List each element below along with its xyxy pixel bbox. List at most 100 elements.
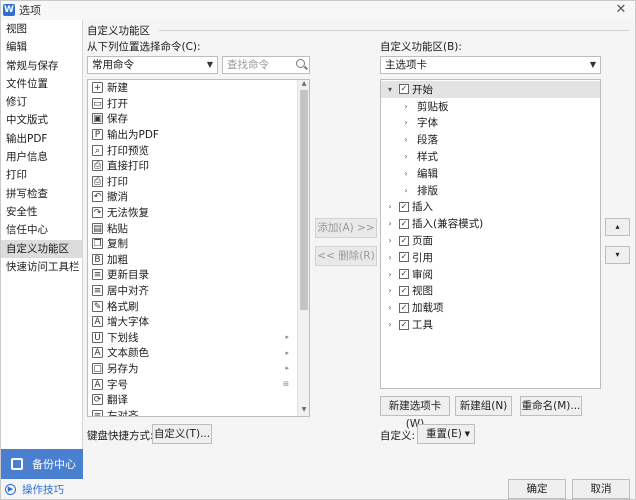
- expand-icon[interactable]: ›: [401, 135, 411, 144]
- tab-checkbox[interactable]: ✓: [399, 302, 409, 313]
- collapse-icon[interactable]: ▾: [385, 85, 395, 94]
- commands-scrollbar[interactable]: ▲ ▼: [297, 80, 309, 416]
- new-group-button[interactable]: 新建组(N): [455, 396, 512, 416]
- commands-list[interactable]: + 新建 ▭ 打开 ▣ 保存 P 输出为PDF ⌕ 打印预览 ⎙ 直接打印 ⎙ 打印 ↶ 撤消 ↷ 无法恢复 ▤ 粘贴…: [87, 79, 310, 417]
- command-item[interactable]: ✎ 格式刷: [88, 298, 309, 314]
- command-item[interactable]: ▣ 保存: [88, 111, 309, 127]
- expand-icon[interactable]: ›: [401, 152, 411, 161]
- move-down-button[interactable]: ▾: [605, 246, 630, 264]
- commands-source-select[interactable]: 常用命令 ▼: [87, 56, 218, 74]
- ribbon-tab-node[interactable]: › ✓ 加载项: [381, 299, 600, 316]
- expand-icon[interactable]: ›: [385, 253, 395, 262]
- command-item[interactable]: A 增大字体: [88, 314, 309, 330]
- scroll-up-icon[interactable]: ▲: [298, 80, 309, 90]
- tips-link[interactable]: ▶ 操作技巧: [1, 479, 83, 499]
- tab-checkbox[interactable]: ✓: [399, 218, 409, 229]
- command-item[interactable]: ▭ 打开: [88, 96, 309, 112]
- scroll-down-icon[interactable]: ▼: [298, 406, 309, 416]
- ribbon-tabs-select[interactable]: 主选项卡 ▼: [380, 56, 601, 74]
- sidebar-item[interactable]: 视图: [1, 20, 82, 38]
- tree-node-label: 开始: [412, 83, 433, 96]
- ok-button[interactable]: 确定: [508, 479, 566, 499]
- sidebar-item[interactable]: 输出PDF: [1, 130, 82, 148]
- move-up-button[interactable]: ▴: [605, 218, 630, 236]
- tab-checkbox[interactable]: ✓: [399, 84, 409, 95]
- sidebar-item[interactable]: 中文版式: [1, 111, 82, 129]
- expand-icon[interactable]: ›: [385, 236, 395, 245]
- ribbon-tab-node[interactable]: › ✓ 插入(兼容模式): [381, 215, 600, 232]
- ribbon-group-node[interactable]: › 样式: [381, 148, 600, 165]
- sidebar-item[interactable]: 用户信息: [1, 148, 82, 166]
- tab-checkbox[interactable]: ✓: [399, 319, 409, 330]
- ribbon-group-node[interactable]: › 排版: [381, 182, 600, 199]
- ribbon-group-node[interactable]: › 段落: [381, 131, 600, 148]
- tab-checkbox[interactable]: ✓: [399, 235, 409, 246]
- command-item[interactable]: ⌕ 打印预览: [88, 142, 309, 158]
- customize-shortcut-button[interactable]: 自定义(T)...: [152, 424, 212, 444]
- command-item[interactable]: ≡ 左对齐: [88, 407, 309, 416]
- expand-icon[interactable]: ›: [401, 169, 411, 178]
- ribbon-group-node[interactable]: › 编辑: [381, 165, 600, 182]
- command-item[interactable]: ≡ 居中对齐: [88, 283, 309, 299]
- expand-icon[interactable]: ›: [401, 118, 411, 127]
- command-item[interactable]: ↶ 撤消: [88, 189, 309, 205]
- expand-icon[interactable]: ›: [385, 219, 395, 228]
- expand-icon[interactable]: ›: [385, 320, 395, 329]
- sidebar-item[interactable]: 修订: [1, 93, 82, 111]
- sidebar-item[interactable]: 常规与保存: [1, 57, 82, 75]
- tab-checkbox[interactable]: ✓: [399, 201, 409, 212]
- command-item[interactable]: P 输出为PDF: [88, 127, 309, 143]
- reset-button[interactable]: 重置(E) ▼: [417, 424, 475, 444]
- ribbon-tab-node[interactable]: ▾ ✓ 开始: [381, 81, 600, 98]
- ribbon-tree[interactable]: ▾ ✓ 开始 › 剪贴板 › 字体 › 段落 › 样式 › 编辑 › 排版 › ✓ 插入 › ✓ 插入(兼容模式) › ✓ 页…: [380, 79, 601, 389]
- command-item[interactable]: ⟳ 翻译: [88, 392, 309, 408]
- expand-icon[interactable]: ›: [401, 102, 411, 111]
- sidebar-item[interactable]: 编辑: [1, 38, 82, 56]
- sidebar-item[interactable]: 自定义功能区: [1, 239, 82, 258]
- ribbon-tab-node[interactable]: › ✓ 视图: [381, 283, 600, 300]
- close-button[interactable]: ✕: [613, 2, 629, 18]
- ribbon-tab-node[interactable]: › ✓ 插入: [381, 199, 600, 216]
- add-button[interactable]: 添加(A) >>: [315, 218, 377, 238]
- ribbon-tab-node[interactable]: › ✓ 页面: [381, 232, 600, 249]
- ribbon-group-node[interactable]: › 字体: [381, 115, 600, 132]
- sidebar-item[interactable]: 拼写检查: [1, 185, 82, 203]
- remove-button[interactable]: << 删除(R): [315, 246, 377, 266]
- ribbon-group-node[interactable]: › 剪贴板: [381, 98, 600, 115]
- command-item[interactable]: A 文本颜色 ▸: [88, 345, 309, 361]
- expand-icon[interactable]: ›: [401, 186, 411, 195]
- scroll-thumb[interactable]: [300, 90, 308, 310]
- sidebar-item[interactable]: 信任中心: [1, 221, 82, 239]
- command-item[interactable]: ⎙ 直接打印: [88, 158, 309, 174]
- tab-checkbox[interactable]: ✓: [399, 285, 409, 296]
- command-item[interactable]: ▢ 另存为 ▸: [88, 361, 309, 377]
- expand-icon[interactable]: ›: [385, 286, 395, 295]
- sidebar-item[interactable]: 快速访问工具栏: [1, 258, 82, 276]
- expand-icon[interactable]: ›: [385, 270, 395, 279]
- backup-center-button[interactable]: 备份中心: [1, 449, 83, 479]
- cancel-button[interactable]: 取消: [572, 479, 630, 499]
- command-item[interactable]: ❐ 复制: [88, 236, 309, 252]
- ribbon-tab-node[interactable]: › ✓ 引用: [381, 249, 600, 266]
- commands-source-label: 从下列位置选择命令(C):: [87, 41, 201, 53]
- tab-checkbox[interactable]: ✓: [399, 252, 409, 263]
- new-tab-button[interactable]: 新建选项卡(W): [380, 396, 450, 430]
- sidebar-item[interactable]: 安全性: [1, 203, 82, 221]
- command-item[interactable]: ▤ 粘贴: [88, 220, 309, 236]
- command-item[interactable]: + 新建: [88, 80, 309, 96]
- expand-icon[interactable]: ›: [385, 202, 395, 211]
- expand-icon[interactable]: ›: [385, 303, 395, 312]
- command-item[interactable]: ⎙ 打印: [88, 174, 309, 190]
- sidebar-item[interactable]: 打印: [1, 166, 82, 184]
- command-item[interactable]: A 字号 ⊞: [88, 376, 309, 392]
- ribbon-tab-node[interactable]: › ✓ 工具: [381, 316, 600, 333]
- rename-button[interactable]: 重命名(M)...: [520, 396, 582, 416]
- tab-checkbox[interactable]: ✓: [399, 269, 409, 280]
- command-item[interactable]: ↷ 无法恢复: [88, 205, 309, 221]
- command-item[interactable]: ≡ 更新目录: [88, 267, 309, 283]
- command-item[interactable]: U 下划线 ▸: [88, 330, 309, 346]
- ribbon-tab-node[interactable]: › ✓ 审阅: [381, 266, 600, 283]
- command-item[interactable]: B 加粗: [88, 252, 309, 268]
- command-search-input[interactable]: 查找命令: [222, 56, 310, 74]
- sidebar-item[interactable]: 文件位置: [1, 75, 82, 93]
